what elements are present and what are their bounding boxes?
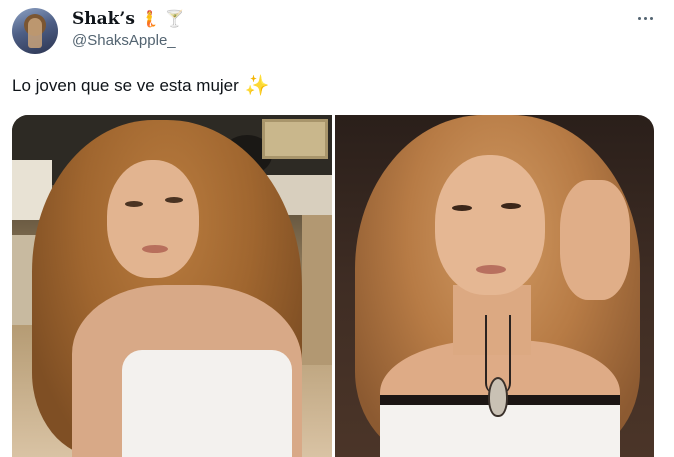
avatar[interactable]	[12, 8, 58, 54]
woman-face	[107, 160, 199, 278]
woman-eye	[452, 205, 472, 211]
tweet-card: Shak’s 🧜 🍸 @ShaksApple_ Lo joven que se …	[0, 0, 674, 457]
photo-right[interactable]	[335, 115, 654, 457]
woman-eye	[165, 197, 183, 203]
photo-left[interactable]	[12, 115, 332, 457]
sparkles-icon: ✨	[244, 75, 270, 97]
cocktail-icon: 🍸	[164, 9, 185, 28]
tweet-text-content: Lo joven que se ve esta mujer	[12, 76, 239, 95]
display-name[interactable]: Shak’s	[72, 9, 135, 29]
woman-white-top	[122, 350, 292, 457]
more-dots-icon	[649, 16, 653, 20]
woman-face	[435, 155, 545, 295]
woman-lips	[476, 265, 506, 274]
mermaid-icon: 🧜	[139, 9, 160, 28]
tweet-text: Lo joven que se ve esta mujer ✨	[12, 76, 270, 96]
more-options-button[interactable]	[630, 6, 660, 30]
studio-monitor	[262, 119, 328, 159]
woman-eye	[501, 203, 521, 209]
necklace-pendant	[488, 377, 508, 417]
woman-lips	[142, 245, 168, 253]
more-dots-icon	[643, 16, 647, 20]
author-name-row: Shak’s 🧜 🍸	[72, 8, 185, 30]
avatar-figure	[28, 18, 42, 48]
woman-hand	[560, 180, 630, 300]
user-handle[interactable]: @ShaksApple_	[72, 32, 176, 49]
media-grid	[12, 115, 654, 457]
more-dots-icon	[637, 16, 641, 20]
woman-eye	[125, 201, 143, 207]
studio-shelf	[302, 215, 332, 365]
